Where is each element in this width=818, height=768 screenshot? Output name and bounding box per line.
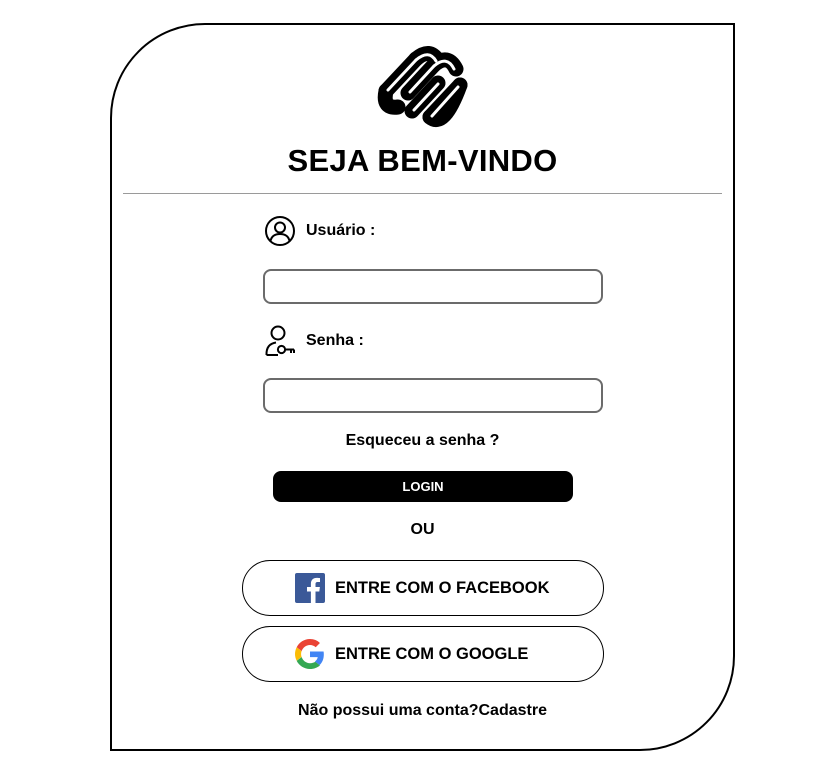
- divider: [123, 193, 722, 194]
- google-icon: [295, 639, 325, 669]
- facebook-login-button[interactable]: ENTRE COM O FACEBOOK: [242, 560, 604, 616]
- google-login-label: ENTRE COM O GOOGLE: [335, 644, 529, 663]
- signup-prompt-text: Não possui uma conta?: [298, 702, 479, 719]
- signup-prompt: Não possui uma conta?Cadastre: [112, 702, 733, 720]
- or-separator: OU: [410, 521, 435, 538]
- user-key-icon: [264, 324, 296, 358]
- password-label: Senha :: [306, 332, 364, 349]
- page-title: SEJA BEM-VINDO: [287, 143, 558, 178]
- facebook-icon: [295, 573, 325, 603]
- squarespace-logo-icon: [372, 45, 474, 131]
- user-field-label: Usuário :: [264, 215, 375, 247]
- google-login-button[interactable]: ENTRE COM O GOOGLE: [242, 626, 604, 682]
- password-input[interactable]: [263, 378, 603, 413]
- login-card: SEJA BEM-VINDO Usuário : Senha: Esquece…: [110, 23, 735, 751]
- user-label: Usuário :: [306, 222, 376, 239]
- user-input[interactable]: [263, 269, 603, 304]
- facebook-login-label: ENTRE COM O FACEBOOK: [335, 578, 550, 597]
- user-circle-icon: [264, 215, 296, 247]
- forgot-password-link[interactable]: Esqueceu a senha ?: [112, 432, 733, 450]
- login-button[interactable]: LOGIN: [273, 471, 573, 502]
- password-field-label: Senha :: [264, 324, 364, 358]
- signup-link[interactable]: Cadastre: [478, 702, 546, 719]
